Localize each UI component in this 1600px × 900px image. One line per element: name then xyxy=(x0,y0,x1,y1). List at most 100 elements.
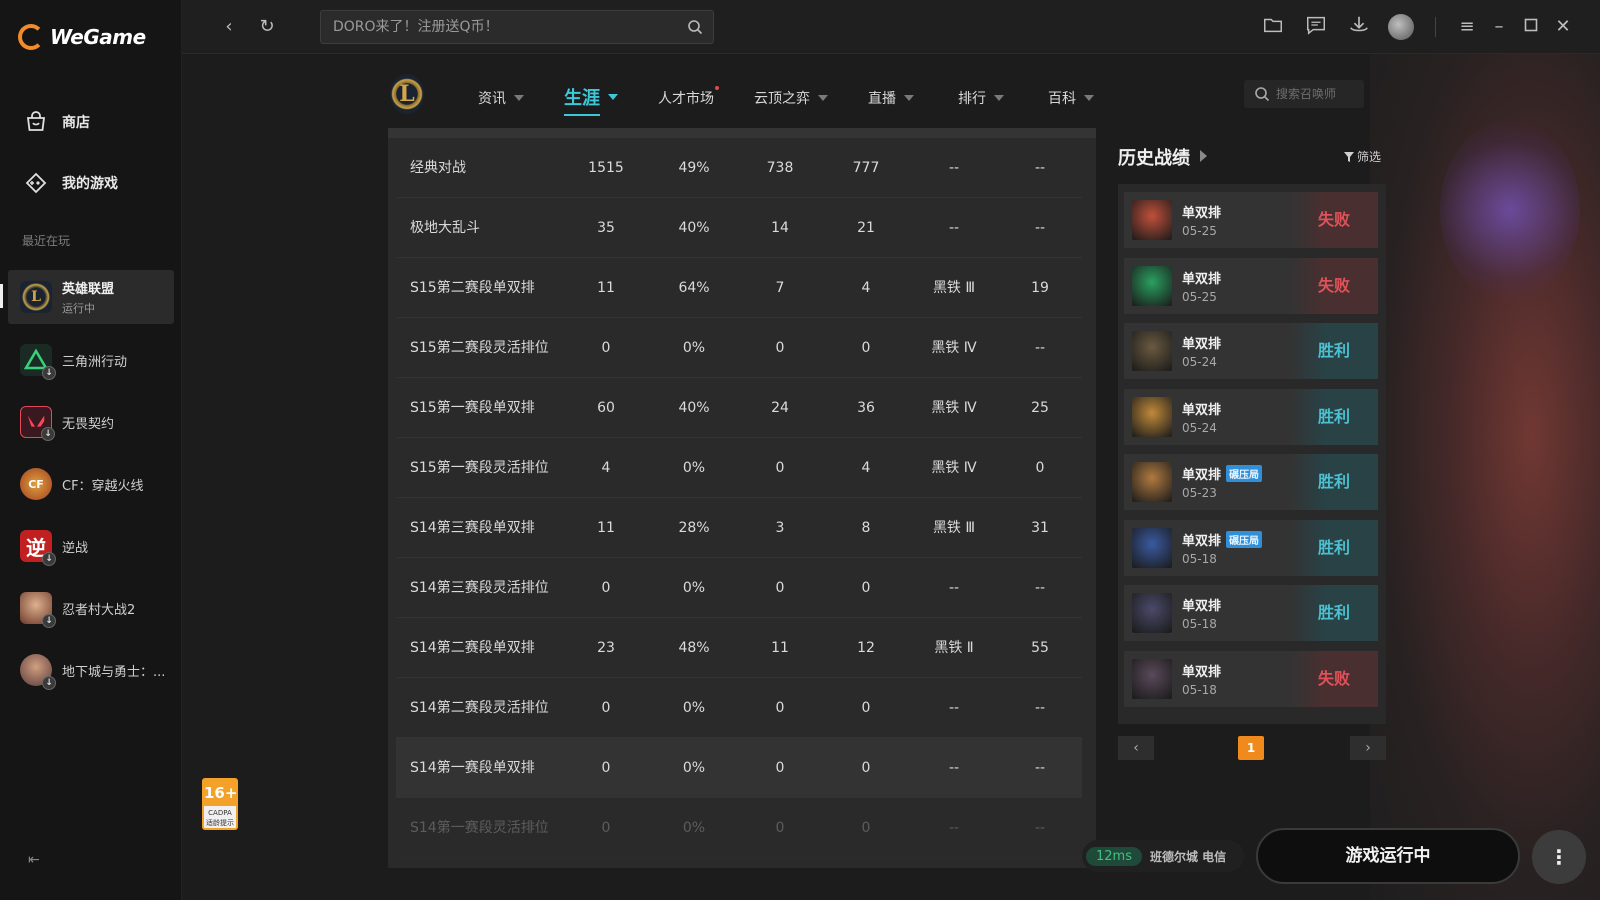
stats-table: 经典对战 1515 49% 738 777 -- -- 极地大乱斗 35 40% 14 21 -- -- S… xyxy=(388,128,1096,868)
shopping-bag-icon xyxy=(26,111,46,131)
search-icon xyxy=(1255,87,1270,102)
stat-cell: -- xyxy=(948,160,960,176)
game-running-button[interactable]: 游戏运行中 xyxy=(1256,828,1520,884)
search-input[interactable]: DORO来了！注册送Q币！ xyxy=(320,10,714,44)
delta-force-icon: ↓ xyxy=(20,344,56,380)
tab-ranking[interactable]: 排行 xyxy=(958,88,1004,108)
match-mode-label: 单双排 xyxy=(1182,599,1222,614)
match-date: 05-24 xyxy=(1182,355,1217,369)
chevron-right-icon[interactable] xyxy=(1200,150,1207,162)
minimize-icon[interactable]: – xyxy=(1486,14,1512,40)
stat-cell: 黑铁 Ⅲ xyxy=(932,280,976,296)
sidebar-game-lol[interactable]: L 英雄联盟 运行中 xyxy=(8,270,174,324)
collapse-sidebar-icon[interactable]: ⇤ xyxy=(28,852,46,870)
tab-talent-market[interactable]: 人才市场 xyxy=(658,86,719,108)
tab-career[interactable]: 生涯 xyxy=(564,84,618,116)
stat-cell: 19 xyxy=(1031,280,1049,296)
match-mode-label: 单双排 xyxy=(1182,206,1222,221)
match-date: 05-24 xyxy=(1182,420,1217,435)
match-item[interactable]: 单双排 05-18 胜利 xyxy=(1124,585,1378,641)
stat-cell: 黑铁 Ⅲ xyxy=(932,520,976,536)
sidebar-game-delta-force[interactable]: ↓ 三角洲行动 xyxy=(8,333,174,387)
sidebar-game-valorant[interactable]: ↓ 无畏契约 xyxy=(8,395,174,449)
sidebar-item-my-games[interactable]: 我的游戏 xyxy=(0,163,182,203)
stat-cell: -- xyxy=(1034,820,1046,836)
download-icon: ↓ xyxy=(42,676,56,690)
match-item[interactable]: 单双排 05-25 失败 xyxy=(1124,192,1378,248)
history-title[interactable]: 历史战绩 xyxy=(1118,144,1190,170)
background-art-glow xyxy=(1440,120,1580,300)
message-icon[interactable] xyxy=(1303,14,1329,40)
tab-label: 生涯 xyxy=(564,88,600,109)
crossfire-icon: CF xyxy=(20,468,52,500)
sidebar-game-nizhan[interactable]: 逆 ↓ 逆战 xyxy=(8,519,174,573)
download-icon: ↓ xyxy=(41,427,55,441)
table-row: S15第二赛段单双排 11 64% 7 4 黑铁 Ⅲ 19 xyxy=(396,258,1082,318)
stat-cell: -- xyxy=(948,580,960,596)
queue-type-cell: S15第一赛段单双排 xyxy=(410,400,535,416)
match-badge: 碾压局 xyxy=(1226,530,1263,548)
stat-cell: 0% xyxy=(682,760,706,776)
table-row: S15第二赛段灵活排位 0 0% 0 0 黑铁 Ⅳ -- xyxy=(396,318,1082,378)
tab-label: 云顶之弈 xyxy=(754,91,810,107)
filter-button[interactable]: 筛选 xyxy=(1344,148,1381,165)
stat-cell: 0% xyxy=(682,820,706,836)
folder-icon[interactable] xyxy=(1260,14,1286,40)
table-row: S14第二赛段灵活排位 0 0% 0 0 -- -- xyxy=(396,678,1082,738)
match-mode: 单双排 xyxy=(1182,595,1221,614)
tab-news[interactable]: 资讯 xyxy=(478,88,524,108)
sidebar-item-store[interactable]: 商店 xyxy=(0,102,182,142)
table-row: S15第一赛段灵活排位 4 0% 0 4 黑铁 Ⅳ 0 xyxy=(396,438,1082,498)
champion-portrait xyxy=(1132,593,1172,633)
match-mode: 单双排 碾压局 xyxy=(1182,464,1263,483)
tab-live[interactable]: 直播 xyxy=(868,88,914,108)
maximize-icon[interactable] xyxy=(1518,14,1544,40)
dnf-icon: ↓ xyxy=(20,654,56,690)
sidebar-game-naruto[interactable]: ↓ 忍者村大战2 xyxy=(8,581,174,635)
match-item[interactable]: 单双排 05-24 胜利 xyxy=(1124,388,1378,445)
match-item[interactable]: 单双排 05-25 失败 xyxy=(1124,257,1378,314)
tab-label: 资讯 xyxy=(478,91,506,107)
tab-tft[interactable]: 云顶之弈 xyxy=(754,88,828,108)
download-manager-icon[interactable] xyxy=(1346,14,1372,40)
sidebar-game-dnf[interactable]: ↓ 地下城与勇士：... xyxy=(8,643,174,697)
stat-cell: 0 xyxy=(1035,460,1045,476)
sidebar-game-crossfire[interactable]: CF CF：穿越火线 xyxy=(8,457,174,511)
match-date: 05-18 xyxy=(1182,551,1217,566)
more-options-icon[interactable]: ⋮ xyxy=(1532,830,1586,884)
search-icon[interactable] xyxy=(687,19,703,35)
stat-cell: 23 xyxy=(597,640,615,656)
back-icon[interactable]: ‹ xyxy=(216,14,242,40)
wegame-logo[interactable]: WeGame xyxy=(18,24,146,50)
match-history-list: 单双排 05-25 失败 单双排 05-25 失败 单双排 05-24 胜利 单双排 05-24 胜利… xyxy=(1118,184,1386,724)
next-page-button[interactable]: › xyxy=(1350,736,1386,760)
page-number-current[interactable]: 1 xyxy=(1238,736,1264,760)
menu-icon[interactable]: ≡ xyxy=(1454,14,1480,40)
tab-wiki[interactable]: 百科 xyxy=(1048,88,1094,108)
summoner-search-input[interactable]: 搜索召唤师 xyxy=(1244,80,1364,108)
stat-cell: 35 xyxy=(597,220,615,236)
match-result: 胜利 xyxy=(1290,519,1378,576)
match-mode-label: 单双排 xyxy=(1182,533,1222,549)
game-name: 无畏契约 xyxy=(62,416,115,432)
user-avatar[interactable] xyxy=(1388,14,1414,40)
match-date: 05-25 xyxy=(1182,224,1217,238)
caret-down-icon xyxy=(608,94,618,100)
stat-cell: 0 xyxy=(601,760,611,776)
stat-cell: 黑铁 Ⅱ xyxy=(934,640,974,656)
match-item[interactable]: 单双排 05-18 失败 xyxy=(1124,650,1378,707)
queue-type-cell: S14第三赛段灵活排位 xyxy=(410,580,549,596)
match-item[interactable]: 单双排 05-24 胜利 xyxy=(1124,323,1378,379)
queue-type-cell: S14第二赛段单双排 xyxy=(410,640,535,656)
match-item[interactable]: 单双排 碾压局 05-23 胜利 xyxy=(1124,454,1378,510)
lol-logo[interactable]: L xyxy=(390,74,424,114)
match-mode: 单双排 xyxy=(1182,399,1221,418)
match-mode-label: 单双排 xyxy=(1182,402,1222,418)
refresh-icon[interactable]: ↻ xyxy=(254,14,280,40)
close-icon[interactable]: ✕ xyxy=(1550,14,1576,40)
tab-label: 排行 xyxy=(958,91,986,107)
table-row: S15第一赛段单双排 60 40% 24 36 黑铁 Ⅳ 25 xyxy=(396,378,1082,438)
prev-page-button[interactable]: ‹ xyxy=(1118,736,1154,760)
match-item[interactable]: 单双排 碾压局 05-18 胜利 xyxy=(1124,519,1378,576)
server-status[interactable]: 12ms 班德尔城 电信 xyxy=(1082,840,1244,872)
